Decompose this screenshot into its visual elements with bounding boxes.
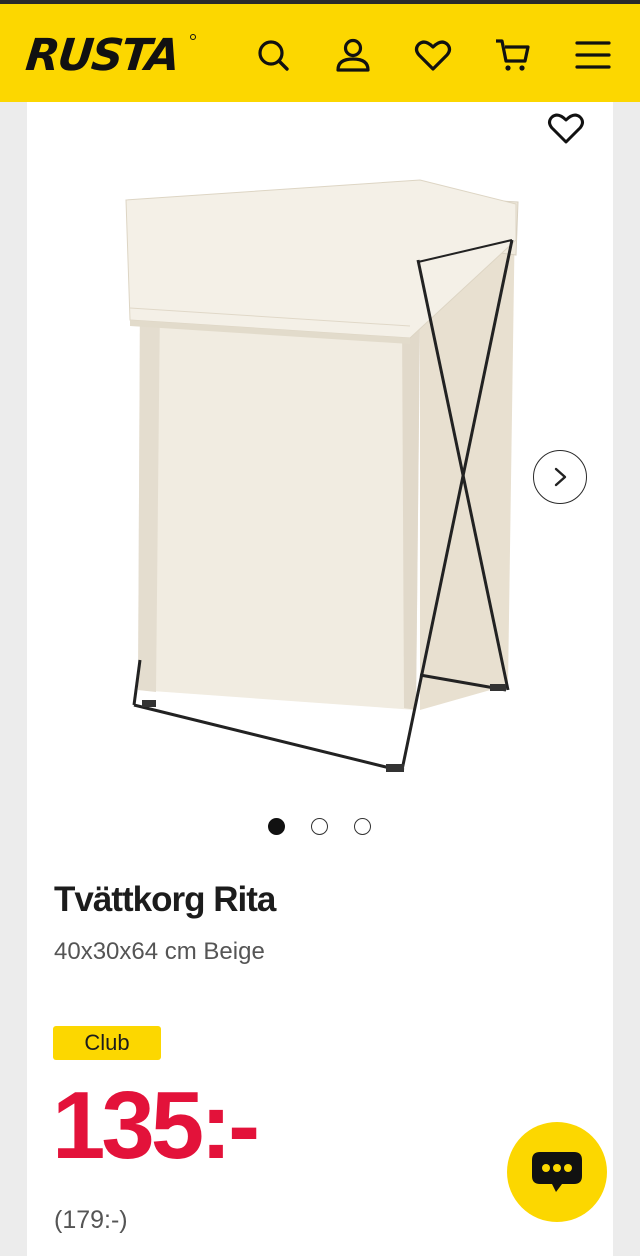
gallery-dot-3[interactable] <box>354 818 371 835</box>
site-header: RUSTA <box>0 4 640 102</box>
next-image-button[interactable] <box>533 450 587 504</box>
account-icon <box>336 38 370 72</box>
wishlist-button[interactable] <box>412 34 454 76</box>
product-image <box>125 179 519 772</box>
cart-icon <box>496 39 530 71</box>
heart-icon <box>548 113 584 144</box>
product-subtitle: 40x30x64 cm Beige <box>54 938 265 965</box>
account-button[interactable] <box>332 34 374 76</box>
original-price: (179:-) <box>54 1206 128 1234</box>
menu-button[interactable] <box>572 34 614 76</box>
menu-icon <box>575 41 611 69</box>
add-to-favorites-button[interactable] <box>543 108 589 148</box>
chevron-right-icon <box>554 467 567 487</box>
registered-mark <box>190 34 196 40</box>
search-icon <box>258 40 289 71</box>
cart-button[interactable] <box>492 34 534 76</box>
gallery-dot-1[interactable] <box>268 818 285 835</box>
chat-bubble-icon <box>532 1152 582 1192</box>
wishlist-heart-icon <box>414 40 452 71</box>
product-title: Tvättkorg Rita <box>54 880 276 919</box>
chat-button[interactable] <box>507 1122 607 1222</box>
club-badge: Club <box>53 1026 161 1060</box>
gallery-pagination <box>268 818 371 835</box>
product-price: 135:- <box>52 1072 260 1179</box>
gallery-dot-2[interactable] <box>311 818 328 835</box>
rusta-logo[interactable]: RUSTA <box>23 30 180 81</box>
search-button[interactable] <box>252 34 294 76</box>
